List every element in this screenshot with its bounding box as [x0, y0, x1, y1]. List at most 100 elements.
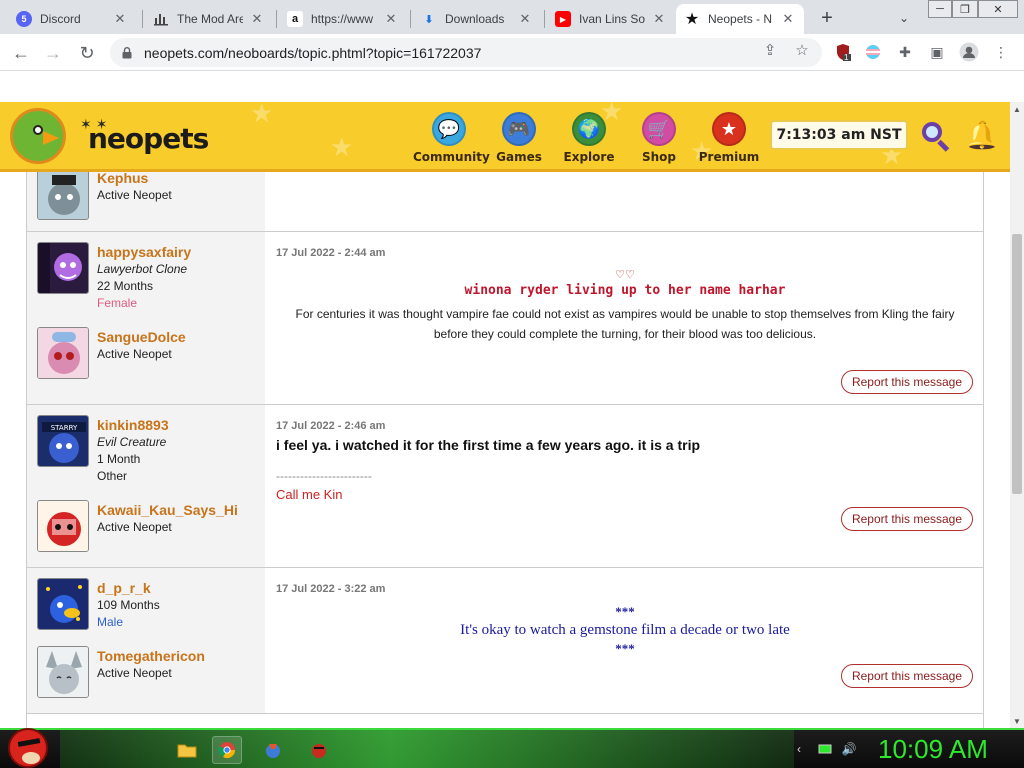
lock-icon[interactable] — [120, 46, 134, 60]
signature-divider: ------------------------ — [276, 469, 372, 483]
community-icon: 💬 — [432, 112, 466, 146]
nav-label: Shop — [641, 150, 677, 164]
system-clock[interactable]: 10:09 AM — [878, 734, 988, 765]
user-title: Lawyerbot Clone — [97, 262, 188, 276]
pet-name[interactable]: Kawaii_Kau_Says_Hi — [97, 502, 238, 518]
user-avatar[interactable] — [37, 242, 89, 294]
close-window-button[interactable]: ✕ — [978, 0, 1018, 18]
new-tab-button[interactable]: + — [814, 5, 840, 31]
tray-expand-icon[interactable]: ‹ — [790, 740, 808, 758]
extension-shield-icon[interactable]: 1 — [832, 41, 854, 63]
stars-decoration-bottom: *** — [615, 641, 635, 656]
premium-icon: ★ — [712, 112, 746, 146]
search-glass — [922, 122, 942, 142]
nav-explore[interactable]: 🌍 Explore — [553, 112, 625, 164]
neopets-mascot-logo[interactable] — [10, 108, 66, 164]
user-avatar[interactable]: STARRY — [37, 415, 89, 467]
pride-flag-icon[interactable] — [862, 41, 884, 63]
pet-status: Active Neopet — [97, 520, 172, 534]
pet-avatar[interactable] — [37, 646, 89, 698]
maximize-button[interactable]: ❐ — [952, 0, 978, 18]
user-gender: Female — [97, 296, 138, 310]
post-body: ♡♡ winona ryder living up to her name ha… — [276, 268, 974, 344]
youtube-icon: ▶ — [555, 11, 571, 27]
pet-avatar[interactable] — [37, 327, 89, 379]
browser-toolbar: ← → ↻ neopets.com/neoboards/topic.phtml?… — [0, 34, 1024, 71]
extension-badge: 1 — [844, 53, 849, 62]
stars-decoration-top: *** — [615, 604, 635, 619]
kebab-menu-icon[interactable]: ⋮ — [990, 41, 1012, 63]
username[interactable]: d_p_r_k — [97, 580, 151, 596]
chevron-down-icon[interactable]: ⌄ — [893, 7, 915, 29]
neopets-logo[interactable]: neopets — [88, 122, 209, 155]
username[interactable]: kinkin8893 — [97, 417, 169, 433]
close-icon[interactable]: ✕ — [249, 11, 265, 27]
user-title: Evil Creature — [97, 435, 167, 449]
scroll-up-arrow-icon[interactable]: ▲ — [1010, 102, 1024, 116]
side-panel-icon[interactable]: ▣ — [926, 41, 948, 63]
report-message-button[interactable]: Report this message — [841, 664, 973, 688]
nav-community[interactable]: 💬 Community — [413, 112, 490, 164]
tab-amazon[interactable]: a https://www ✕ — [279, 4, 407, 34]
bell-icon[interactable]: 🔔 — [965, 118, 1000, 152]
board-post: Kephus Active Neopet — [27, 172, 983, 232]
close-icon[interactable]: ✕ — [112, 11, 128, 27]
forward-button[interactable]: → — [40, 40, 66, 66]
game-icon[interactable] — [258, 736, 288, 764]
pet-name[interactable]: Kephus — [97, 172, 148, 186]
tab-neopets[interactable]: ★ Neopets - N ✕ — [676, 4, 804, 34]
board-post: d_p_r_k 109 Months Male Tomegathericon A… — [27, 568, 983, 714]
post-text: It's okay to watch a gemstone film a dec… — [460, 622, 790, 638]
reload-button[interactable]: ↻ — [74, 40, 100, 66]
games-icon: 🎮 — [502, 112, 536, 146]
puzzle-extensions-icon[interactable]: ✚ — [894, 41, 916, 63]
decor-star-icon: ★ — [330, 132, 354, 162]
report-message-button[interactable]: Report this message — [841, 507, 973, 531]
page-scrollbar[interactable]: ▲ ▼ — [1010, 102, 1024, 728]
search-icon[interactable] — [920, 120, 950, 152]
report-message-button[interactable]: Report this message — [841, 370, 973, 394]
pet-avatar[interactable] — [37, 500, 89, 552]
tab-youtube[interactable]: ▶ Ivan Lins So ✕ — [547, 4, 675, 34]
os-taskbar: ‹ 🔊 10:09 AM — [0, 728, 1024, 768]
nav-games[interactable]: 🎮 Games — [483, 112, 555, 164]
minimize-button[interactable]: ─ — [928, 0, 952, 18]
nav-shop[interactable]: 🛒 Shop — [623, 112, 695, 164]
chrome-icon[interactable] — [212, 736, 242, 764]
nav-premium[interactable]: ★ Premium — [693, 112, 765, 164]
post-date: 17 Jul 2022 - 2:46 am — [276, 420, 386, 432]
pet-avatar[interactable] — [37, 172, 89, 220]
address-bar[interactable]: neopets.com/neoboards/topic.phtml?topic=… — [110, 38, 822, 67]
decor-star-icon: ★ — [250, 102, 274, 128]
share-icon[interactable]: ⇪ — [760, 40, 780, 60]
star-icon: ★ — [684, 11, 700, 28]
scroll-down-arrow-icon[interactable]: ▼ — [1010, 714, 1024, 728]
board-post: happysaxfairy Lawyerbot Clone 22 Months … — [27, 232, 983, 405]
profile-avatar-icon[interactable] — [958, 41, 980, 63]
battery-icon[interactable] — [816, 740, 834, 758]
user-gender: Other — [97, 469, 128, 483]
pet-name[interactable]: SangueDolce — [97, 329, 186, 345]
user-avatar[interactable] — [37, 578, 89, 630]
tab-mod-are[interactable]: The Mod Are ✕ — [145, 4, 273, 34]
folder-icon[interactable] — [172, 736, 202, 764]
tab-divider — [410, 10, 411, 28]
close-icon[interactable]: ✕ — [651, 11, 667, 27]
close-icon[interactable]: ✕ — [383, 11, 399, 27]
pet-name[interactable]: Tomegathericon — [97, 648, 205, 664]
bird-icon[interactable] — [304, 736, 334, 764]
close-icon[interactable]: ✕ — [517, 11, 533, 27]
board-post: STARRY kinkin8893 Evil Creature 1 Month … — [27, 405, 983, 568]
start-button-bird-icon[interactable] — [8, 728, 48, 768]
scrollbar-thumb[interactable] — [1012, 234, 1022, 494]
username[interactable]: happysaxfairy — [97, 244, 191, 260]
bookmark-star-icon[interactable]: ☆ — [792, 40, 812, 60]
pet-status: Active Neopet — [97, 188, 172, 202]
post-text: For centuries it was thought vampire fae… — [295, 307, 955, 341]
nav-label: Games — [496, 150, 542, 164]
tab-discord[interactable]: 5 Discord ✕ — [8, 4, 136, 34]
tab-downloads[interactable]: ⬇ Downloads ✕ — [413, 4, 541, 34]
volume-icon[interactable]: 🔊 — [840, 740, 858, 758]
back-button[interactable]: ← — [8, 40, 34, 66]
close-icon[interactable]: ✕ — [780, 11, 796, 27]
